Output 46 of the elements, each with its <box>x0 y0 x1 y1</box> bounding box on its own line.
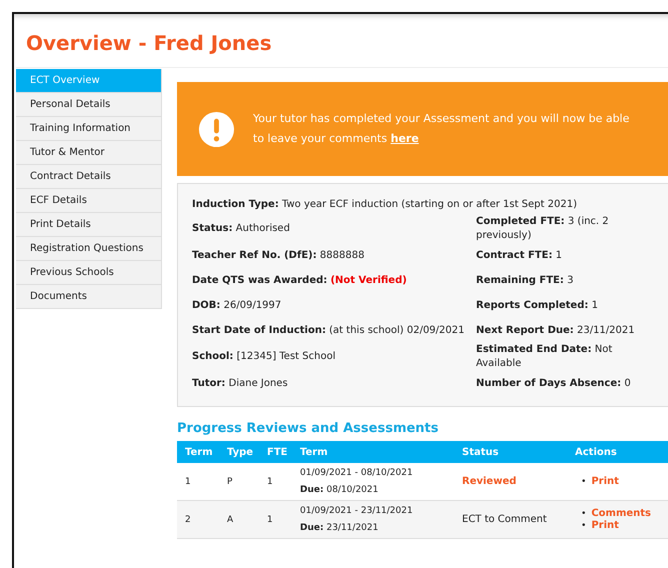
detail-field: Date QTS was Awarded: (Not Verified) <box>192 274 476 288</box>
due-date: Due: 23/11/2021 <box>300 522 380 534</box>
exclamation-icon <box>198 110 235 148</box>
detail-field: DOB: 26/09/1997 <box>192 298 476 312</box>
column-header: Status <box>454 441 567 463</box>
column-header: Actions <box>567 441 668 463</box>
detail-field: Status: Authorised <box>192 222 476 236</box>
column-header: Term <box>292 441 454 463</box>
column-header: FTE <box>259 441 292 463</box>
table-cell: A <box>219 500 259 538</box>
detail-field: Contract FTE: 1 <box>476 248 656 262</box>
bullet: • <box>581 520 586 532</box>
sidebar-item[interactable]: Documents <box>16 285 162 309</box>
due-date: Due: 08/10/2021 <box>300 484 380 496</box>
term-dates: 01/09/2021 - 08/10/2021 <box>300 466 414 480</box>
bullet: • <box>581 476 586 488</box>
bullet: • <box>581 508 586 520</box>
page-title: Overview - Fred Jones <box>16 14 668 68</box>
sidebar-item[interactable]: Contract Details <box>16 165 162 189</box>
detail-field: Reports Completed: 1 <box>476 298 656 312</box>
sidebar-item[interactable]: Personal Details <box>16 93 162 117</box>
status-label: ECT to Comment <box>462 514 547 525</box>
sidebar-item[interactable]: Previous Schools <box>16 261 162 285</box>
sidebar-item[interactable]: Tutor & Mentor <box>16 141 162 165</box>
detail-field: Start Date of Induction: (at this school) 02/09/2021 <box>192 324 476 338</box>
detail-field: Teacher Ref No. (DfE): 8888888 <box>192 248 476 262</box>
column-header: Term <box>177 441 219 463</box>
detail-field: Estimated End Date: Not Available <box>476 343 656 371</box>
table-cell: 1 <box>259 500 292 538</box>
sidebar-item[interactable]: Training Information <box>16 117 162 141</box>
detail-field: Number of Days Absence: 0 <box>476 376 656 390</box>
sidebar-item[interactable]: Print Details <box>16 213 162 237</box>
table-cell: 2 <box>177 500 219 538</box>
detail-field: School: [12345] Test School <box>192 350 476 364</box>
detail-field: Tutor: Diane Jones <box>192 376 476 390</box>
alert-message: Your tutor has completed your Assessment and you will now be able to leave your comments here <box>253 111 630 147</box>
sidebar-item[interactable]: ECF Details <box>16 189 162 213</box>
status-label: Reviewed <box>462 476 516 487</box>
detail-field: Remaining FTE: 3 <box>476 274 656 288</box>
sidebar-item[interactable]: Registration Questions <box>16 237 162 261</box>
section-heading: Progress Reviews and Assessments <box>177 421 440 436</box>
term-dates: 01/09/2021 - 23/11/2021 <box>300 504 414 518</box>
detail-field: Induction Type: Two year ECF induction (starting on or after 1st Sept 2021) <box>192 198 656 212</box>
column-header: Type <box>219 441 259 463</box>
detail-field: Next Report Due: 23/11/2021 <box>476 324 656 338</box>
detail-field: Completed FTE: 3 (inc. 2 previously) <box>476 215 656 243</box>
